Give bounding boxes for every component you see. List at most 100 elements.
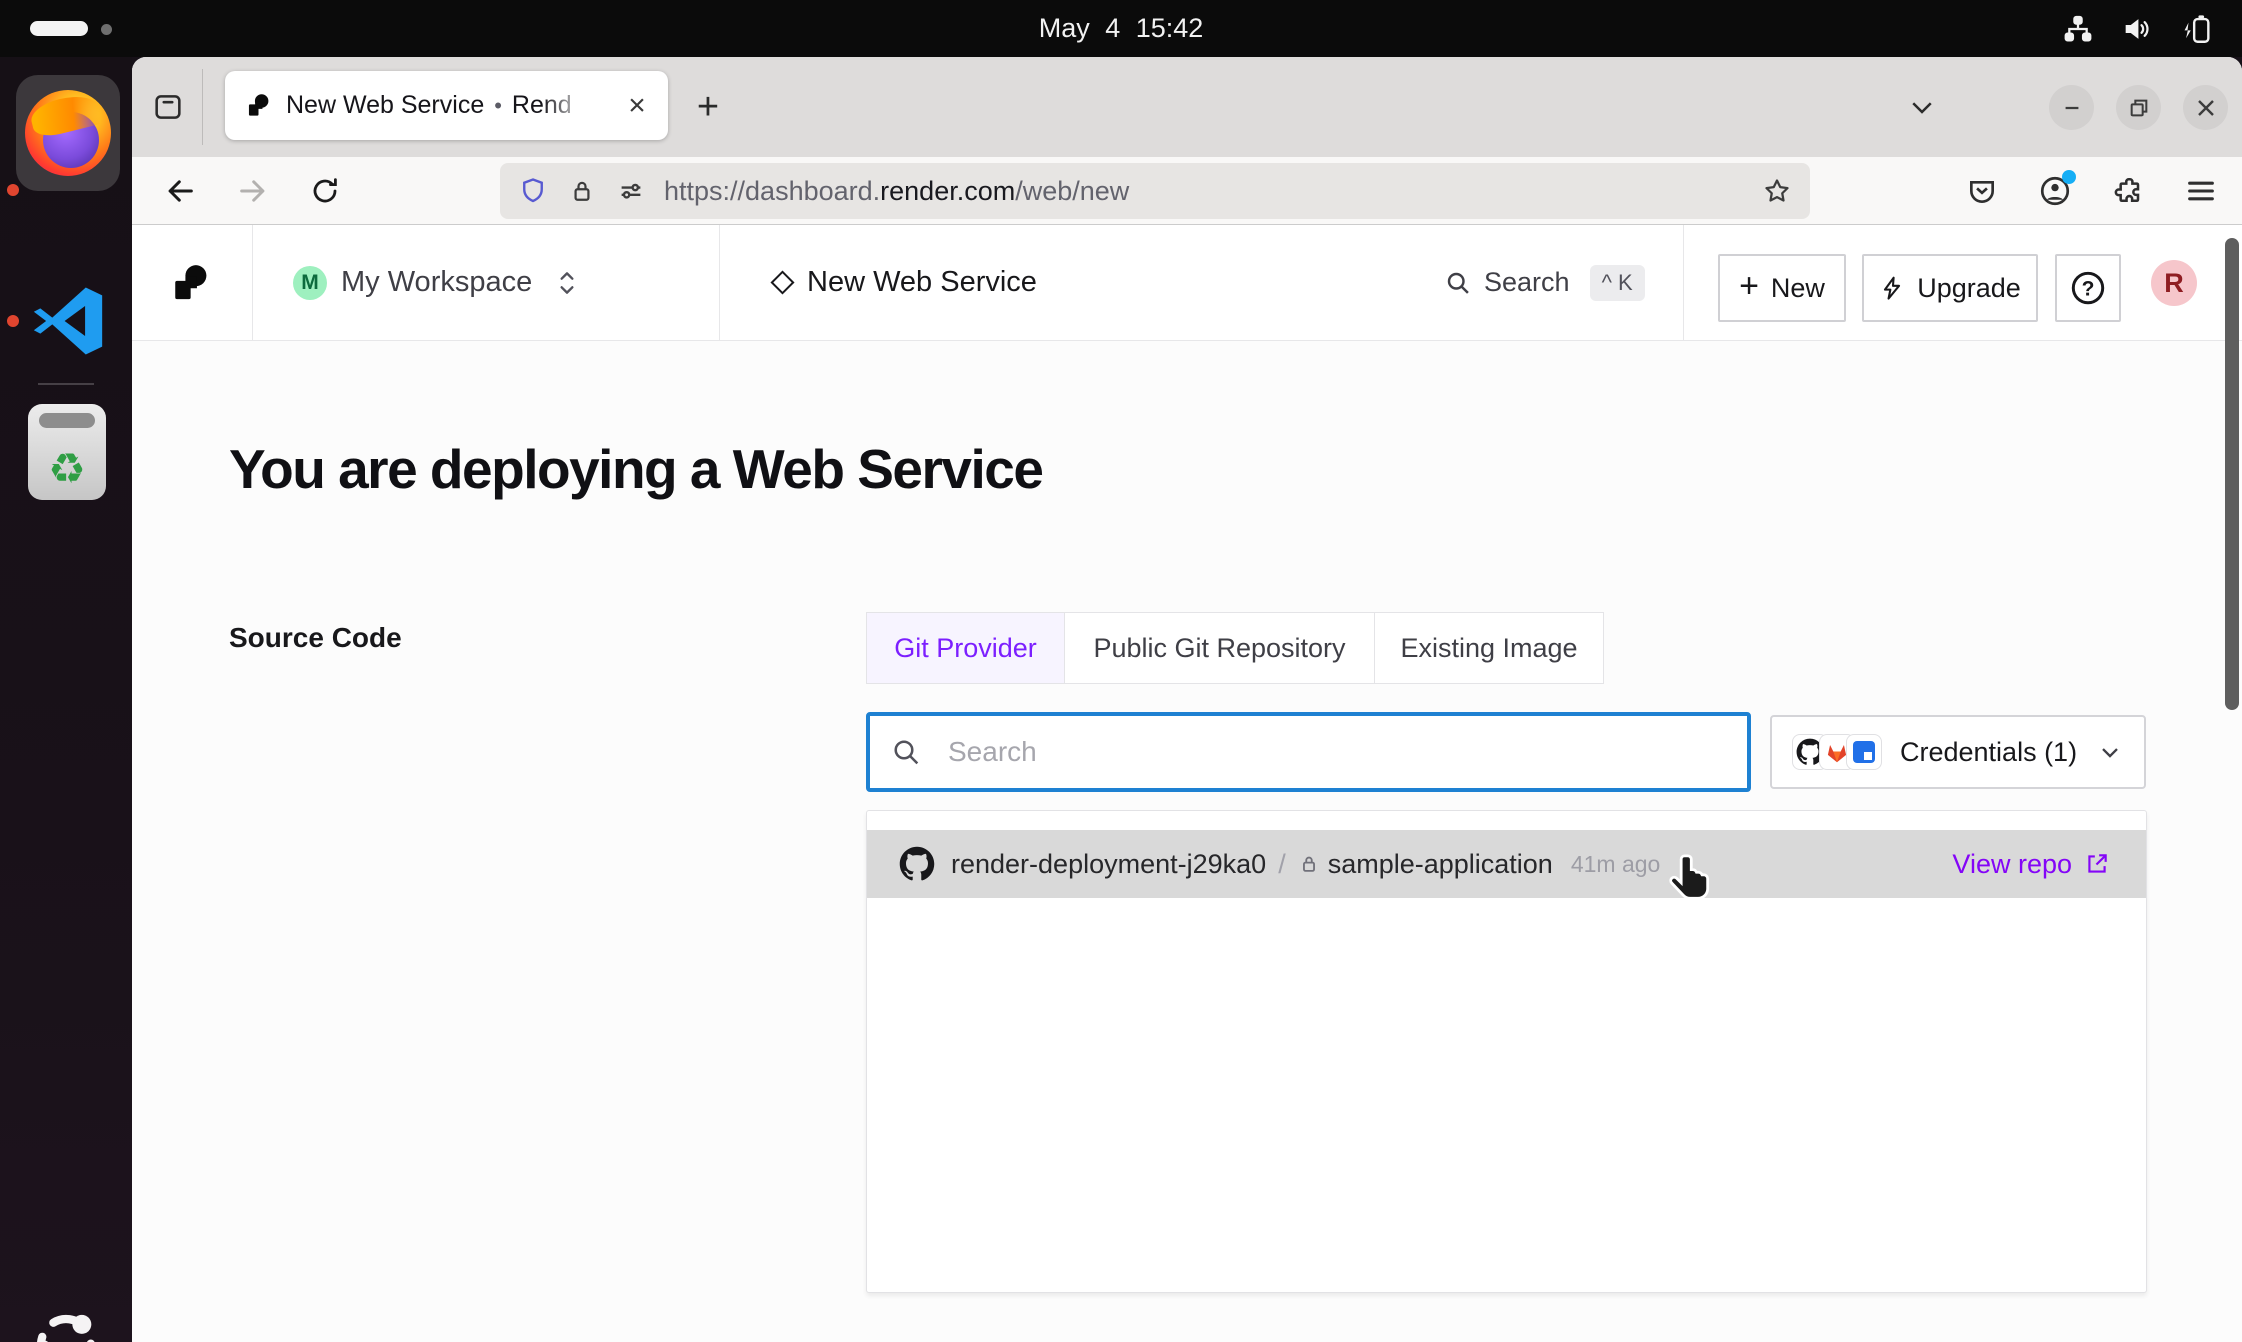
- tracking-shield-icon: [518, 176, 548, 206]
- tab-strip: New Web Service•Rend × +: [132, 57, 2242, 157]
- workspace-switcher[interactable]: M My Workspace: [293, 225, 580, 340]
- page-scrollbar-thumb[interactable]: [2225, 238, 2239, 710]
- reload-icon: [309, 175, 341, 207]
- source-type-tabs: Git Provider Public Git Repository Exist…: [866, 612, 1604, 684]
- page-content: You are deploying a Web Service Source C…: [132, 341, 2242, 1342]
- window-close-button[interactable]: [2183, 85, 2228, 130]
- render-logo[interactable]: [170, 225, 212, 340]
- vscode-icon: [27, 280, 109, 362]
- upgrade-button-label: Upgrade: [1917, 273, 2021, 304]
- help-icon: ?: [2067, 267, 2109, 309]
- restore-icon: [2128, 97, 2150, 119]
- forward-button[interactable]: [227, 165, 279, 217]
- firefox-window: New Web Service•Rend × +: [132, 57, 2242, 1342]
- search-shortcut-badge: ^ K: [1590, 265, 1645, 301]
- firefox-view-button[interactable]: [146, 85, 190, 129]
- credentials-dropdown[interactable]: Credentials (1): [1770, 715, 2146, 789]
- plus-icon: +: [1739, 267, 1759, 306]
- menu-hamburger-icon[interactable]: [2184, 174, 2218, 208]
- minimize-icon: [2061, 97, 2083, 119]
- render-favicon: [245, 92, 272, 119]
- recycle-icon: ♻: [48, 448, 86, 490]
- extensions-puzzle-icon[interactable]: [2112, 175, 2144, 207]
- bookmark-star-icon[interactable]: [1762, 176, 1792, 206]
- system-clock[interactable]: May 4 15:42: [0, 0, 2242, 57]
- firefox-icon: [25, 90, 111, 176]
- tab-existing-image[interactable]: Existing Image: [1375, 613, 1603, 683]
- forward-icon: [236, 174, 270, 208]
- screen: May 4 15:42: [0, 0, 2242, 1342]
- trash-lid: [39, 413, 95, 428]
- repo-updated-time: 41m ago: [1571, 851, 1661, 878]
- url-bar[interactable]: https://dashboard.render.com/web/new: [500, 163, 1810, 219]
- ubuntu-logo-icon: [28, 1306, 104, 1342]
- window-minimize-button[interactable]: [2049, 85, 2094, 130]
- url-text: https://dashboard.render.com/web/new: [664, 176, 1129, 207]
- chevron-down-icon: [2096, 738, 2124, 766]
- repo-row[interactable]: render-deployment-j29ka0 / sample-applic…: [867, 830, 2146, 898]
- workspace-avatar: M: [293, 266, 327, 300]
- diamond-icon: [770, 270, 794, 294]
- header-divider-1: [252, 225, 253, 340]
- upgrade-button[interactable]: Upgrade: [1862, 254, 2038, 322]
- repo-search: [866, 712, 1751, 792]
- vscode-running-dot: [7, 315, 19, 327]
- help-button[interactable]: ?: [2055, 254, 2121, 322]
- account-button[interactable]: [2038, 174, 2072, 208]
- dock-item-trash[interactable]: ♻: [28, 404, 106, 500]
- source-code-label: Source Code: [229, 622, 402, 654]
- app-header: M My Workspace New Web Service Search ^ …: [132, 225, 2242, 341]
- bitbucket-icon: [1853, 741, 1875, 763]
- dock: ♻: [0, 57, 132, 1342]
- search-icon: [890, 736, 922, 768]
- permissions-sliders-icon: [616, 176, 646, 206]
- repo-search-input[interactable]: [866, 712, 1751, 792]
- page-title: New Web Service: [807, 266, 1037, 299]
- pocket-icon[interactable]: [1966, 175, 1998, 207]
- firefox-running-dot: [7, 184, 19, 196]
- search-label: Search: [1484, 267, 1570, 298]
- view-repo-link[interactable]: View repo: [1952, 849, 2110, 880]
- dock-item-firefox[interactable]: [16, 75, 120, 191]
- render-logo-icon: [170, 262, 212, 304]
- github-icon: [899, 846, 935, 882]
- tab-title: New Web Service•Rend: [286, 91, 598, 120]
- private-lock-icon: [1298, 853, 1320, 875]
- tab-public-git-repository[interactable]: Public Git Repository: [1065, 613, 1375, 683]
- network-tree-icon: [2062, 13, 2094, 45]
- reload-button[interactable]: [299, 165, 351, 217]
- bolt-icon: [1879, 275, 1905, 301]
- back-icon: [163, 174, 197, 208]
- tab-close-button[interactable]: ×: [620, 89, 654, 123]
- new-button[interactable]: + New: [1718, 254, 1846, 322]
- svg-text:?: ?: [2082, 277, 2095, 300]
- toolbar-right-icons: [1966, 165, 2218, 217]
- browser-tab-active[interactable]: New Web Service•Rend ×: [225, 71, 668, 140]
- dock-item-vscode[interactable]: [26, 275, 110, 367]
- chevron-down-icon: [1907, 92, 1937, 122]
- page-title-group: New Web Service: [774, 225, 1037, 340]
- volume-icon: [2120, 12, 2154, 46]
- tab-strip-separator: [202, 69, 203, 145]
- global-search-button[interactable]: Search ^ K: [1444, 225, 1645, 340]
- repo-name: sample-application: [1328, 849, 1553, 880]
- external-link-icon: [2084, 851, 2110, 877]
- repo-list-panel: render-deployment-j29ka0 / sample-applic…: [866, 810, 2147, 1293]
- account-notification-dot: [2062, 170, 2076, 184]
- new-tab-button[interactable]: +: [684, 83, 732, 131]
- new-button-label: New: [1771, 273, 1825, 304]
- list-all-tabs-button[interactable]: [1898, 83, 1946, 131]
- user-avatar[interactable]: R: [2151, 260, 2197, 306]
- credentials-label: Credentials (1): [1900, 737, 2077, 768]
- lock-icon: [568, 177, 596, 205]
- window-restore-button[interactable]: [2116, 85, 2161, 130]
- tab-git-provider[interactable]: Git Provider: [867, 613, 1065, 683]
- bitbucket-chip: [1846, 734, 1882, 770]
- page-heading: You are deploying a Web Service: [229, 437, 1042, 501]
- system-tray[interactable]: [2062, 0, 2214, 57]
- repo-owner: render-deployment-j29ka0: [951, 849, 1266, 880]
- header-divider-3: [1683, 225, 1684, 340]
- search-icon: [1444, 269, 1472, 297]
- dock-item-show-apps[interactable]: [26, 1302, 106, 1342]
- back-button[interactable]: [154, 165, 206, 217]
